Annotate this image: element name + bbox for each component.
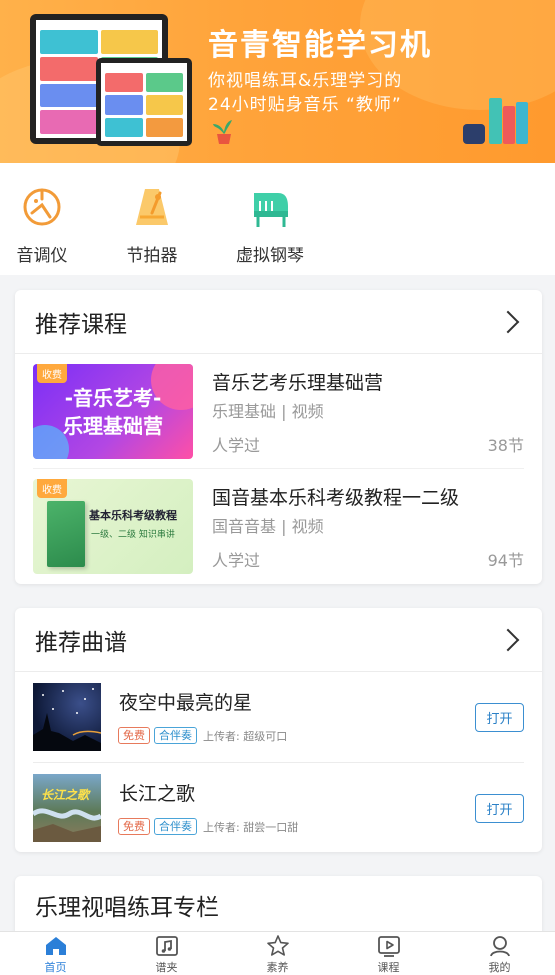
paid-tag: 收费	[37, 479, 67, 498]
tool-piano[interactable]: 虚拟钢琴	[225, 185, 315, 266]
user-icon	[489, 936, 510, 957]
course-thumbnail: 收费 基本乐科考级教程 一级、二级 知识串讲	[33, 479, 193, 574]
home-icon	[45, 937, 66, 955]
score-meta: 免费 合伴奏 上传者: 超级可口	[118, 727, 287, 744]
tab-label: 谱夹	[155, 961, 178, 974]
section-title: 推荐课程	[35, 311, 127, 338]
course-title: 音乐艺考乐理基础营	[212, 372, 384, 394]
tab-label: 素养	[266, 961, 289, 974]
section-title: 乐理视唱练耳专栏	[35, 895, 219, 921]
score-thumbnail: 长江之歌	[33, 774, 101, 842]
score-title: 长江之歌	[119, 783, 196, 805]
open-button[interactable]: 打开	[475, 703, 524, 732]
score-item[interactable]: 夜空中最亮的星 免费 合伴奏 上传者: 超级可口 打开	[15, 672, 542, 762]
banner-title: 音青智能学习机	[208, 28, 432, 63]
music-folder-icon	[155, 936, 178, 956]
score-item[interactable]: 长江之歌 长江之歌 免费 合伴奏 上传者: 甜尝一口甜 打开	[33, 762, 524, 852]
accompaniment-badge: 合伴奏	[154, 727, 197, 744]
video-course-icon	[377, 936, 400, 957]
tab-label: 课程	[377, 961, 400, 974]
tool-label: 节拍器	[126, 246, 178, 266]
recommended-courses-card: 推荐课程 收费 -音乐艺考- 乐理基础营 音乐艺考乐理基础营 乐理基础 | 视频…	[15, 290, 542, 584]
course-item[interactable]: 收费 基本乐科考级教程 一级、二级 知识串讲 国音基本乐科考级教程一二级 国音音…	[33, 468, 524, 582]
promo-banner[interactable]: 音青智能学习机 你视唱练耳&乐理学习的 24小时贴身音乐 “教师”	[0, 0, 555, 163]
tab-literacy[interactable]: 素养	[222, 932, 333, 975]
scores-header[interactable]: 推荐曲谱	[15, 608, 542, 672]
course-title: 国音基本乐科考级教程一二级	[212, 487, 460, 509]
uploader: 上传者: 甜尝一口甜	[203, 820, 299, 834]
free-badge: 免费	[118, 727, 150, 744]
score-meta: 免费 合伴奏 上传者: 甜尝一口甜	[118, 818, 298, 835]
paid-tag: 收费	[37, 364, 67, 383]
chevron-right-icon[interactable]	[496, 628, 520, 651]
recommended-scores-card: 推荐曲谱 夜空中最亮的星 免费 合伴奏 上传者: 超级可口 打开 长江之歌 长江…	[15, 608, 542, 852]
score-thumbnail	[33, 683, 102, 751]
tab-courses[interactable]: 课程	[333, 932, 444, 975]
tool-tuner[interactable]: 音调仪	[0, 185, 87, 266]
thumb-text: 长江之歌	[41, 788, 90, 802]
tab-label: 首页	[44, 961, 67, 974]
column-header[interactable]: 乐理视唱练耳专栏	[15, 876, 542, 934]
score-title: 夜空中最亮的星	[119, 692, 253, 714]
phone-illustration	[96, 58, 192, 146]
books-illustration	[463, 98, 533, 144]
courses-header[interactable]: 推荐课程	[15, 290, 542, 354]
tab-score-folder[interactable]: 谱夹	[111, 932, 222, 975]
free-badge: 免费	[118, 818, 150, 835]
tool-label: 虚拟钢琴	[236, 246, 304, 266]
tab-home[interactable]: 首页	[0, 932, 111, 975]
quick-tools: 音调仪 节拍器 虚拟钢琴	[0, 163, 555, 275]
open-button[interactable]: 打开	[475, 794, 524, 823]
course-thumbnail: 收费 -音乐艺考- 乐理基础营	[33, 364, 193, 459]
uploader: 上传者: 超级可口	[203, 729, 288, 743]
star-icon	[266, 935, 289, 956]
learned-count: 人学过	[212, 551, 261, 570]
thumb-text: 基本乐科考级教程	[89, 509, 177, 522]
tuner-icon	[23, 188, 61, 226]
tab-profile[interactable]: 我的	[444, 932, 555, 975]
banner-subtitle-2: 24小时贴身音乐 “教师”	[208, 95, 402, 115]
lesson-count: 94节	[487, 551, 524, 570]
thumb-text: 乐理基础营	[63, 414, 163, 438]
accompaniment-badge: 合伴奏	[154, 818, 197, 835]
chevron-right-icon[interactable]	[496, 310, 520, 333]
tab-label: 我的	[488, 961, 511, 974]
learned-count: 人学过	[212, 436, 261, 455]
banner-subtitle-1: 你视唱练耳&乐理学习的	[208, 71, 403, 91]
lesson-count: 38节	[487, 436, 524, 455]
bottom-tab-bar: 首页 谱夹 素养 课程 我的	[0, 931, 555, 975]
course-subtitle: 乐理基础 | 视频	[212, 402, 324, 421]
course-subtitle: 国音音基 | 视频	[212, 517, 324, 536]
thumb-text: -音乐艺考-	[64, 386, 162, 410]
thumb-text: 一级、二级 知识串讲	[91, 530, 175, 540]
tool-label: 音调仪	[16, 246, 68, 266]
tool-metronome[interactable]: 节拍器	[107, 185, 197, 266]
section-title: 推荐曲谱	[35, 629, 127, 656]
plant-icon	[213, 120, 232, 144]
course-item[interactable]: 收费 -音乐艺考- 乐理基础营 音乐艺考乐理基础营 乐理基础 | 视频 人学过 …	[15, 354, 542, 468]
metronome-icon	[136, 189, 168, 225]
piano-icon	[254, 193, 288, 227]
